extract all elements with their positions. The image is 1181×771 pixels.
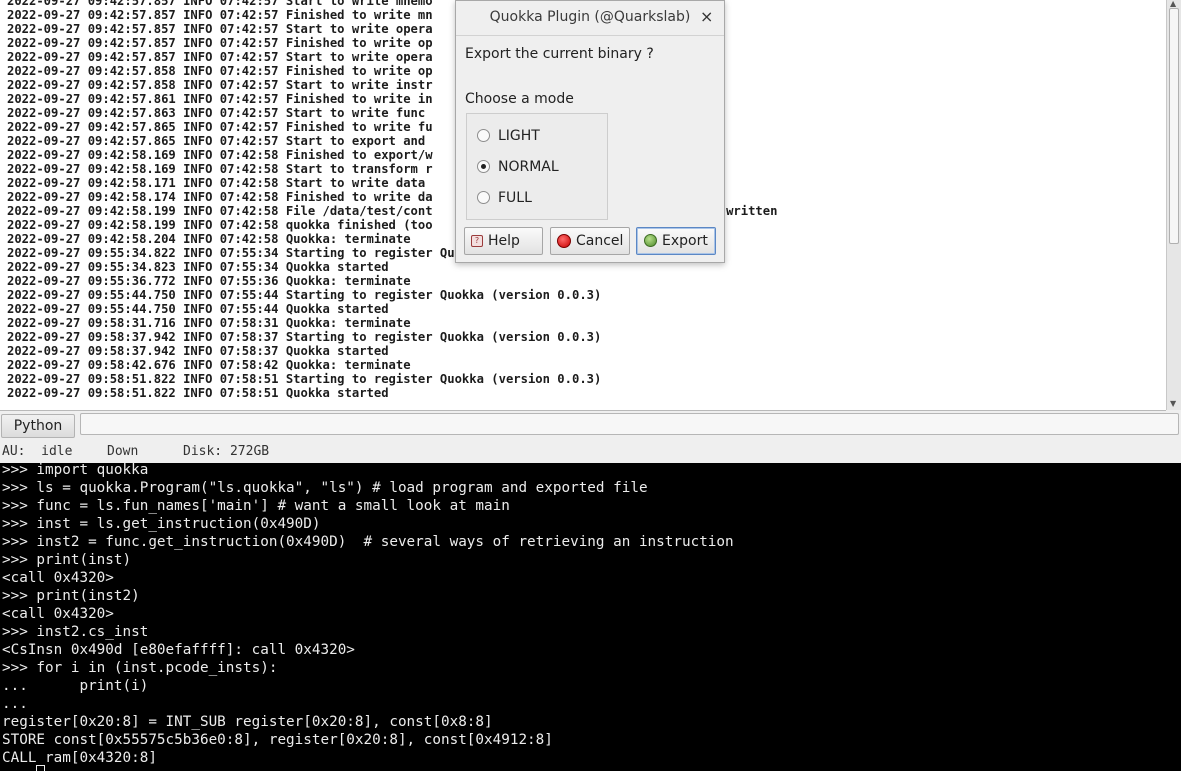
dialog-title: Quokka Plugin (@Quarkslab) [489, 9, 691, 25]
status-bar: AU: idle Down Disk: 272GB [0, 441, 1181, 463]
cancel-icon [557, 234, 571, 248]
cancel-button-label: Cancel [576, 233, 624, 249]
close-icon[interactable]: × [700, 7, 713, 26]
status-direction: Down [107, 444, 139, 459]
mode-option-label: FULL [498, 190, 532, 206]
radio-full[interactable] [477, 191, 490, 204]
cli-input[interactable] [80, 413, 1179, 435]
radio-normal[interactable] [477, 160, 490, 173]
scroll-up-icon[interactable]: ▲ [1170, 0, 1176, 8]
python-console[interactable]: >>> import quokka >>> ls = quokka.Progra… [0, 463, 1181, 771]
help-button[interactable]: ? Help [464, 227, 543, 255]
export-button[interactable]: Export [636, 227, 716, 255]
command-line-bar: Python [0, 411, 1181, 439]
mode-option-label: NORMAL [498, 159, 559, 175]
log-scrollbar[interactable]: ▲ ▼ [1166, 0, 1181, 410]
console-text: >>> import quokka >>> ls = quokka.Progra… [2, 463, 734, 766]
mode-label: Choose a mode [465, 91, 574, 107]
dialog-question: Export the current binary ? [465, 46, 654, 62]
dialog-titlebar[interactable]: Quokka Plugin (@Quarkslab) × [456, 1, 724, 36]
radio-light[interactable] [477, 129, 490, 142]
quokka-export-dialog: Quokka Plugin (@Quarkslab) × Export the … [455, 0, 725, 263]
cancel-button[interactable]: Cancel [550, 227, 630, 255]
export-button-label: Export [662, 233, 708, 249]
log-scroll-thumb[interactable] [1169, 8, 1179, 244]
export-icon [644, 234, 657, 247]
cli-language-button[interactable]: Python [1, 414, 75, 438]
scroll-down-icon[interactable]: ▼ [1170, 400, 1176, 408]
mode-radio-group: LIGHT NORMAL FULL [466, 113, 608, 220]
console-cursor [36, 765, 45, 771]
status-disk: Disk: 272GB [183, 444, 270, 459]
help-icon: ? [471, 235, 483, 247]
status-au: AU: idle [2, 444, 73, 459]
help-button-label: Help [488, 233, 520, 249]
mode-option-label: LIGHT [498, 128, 540, 144]
